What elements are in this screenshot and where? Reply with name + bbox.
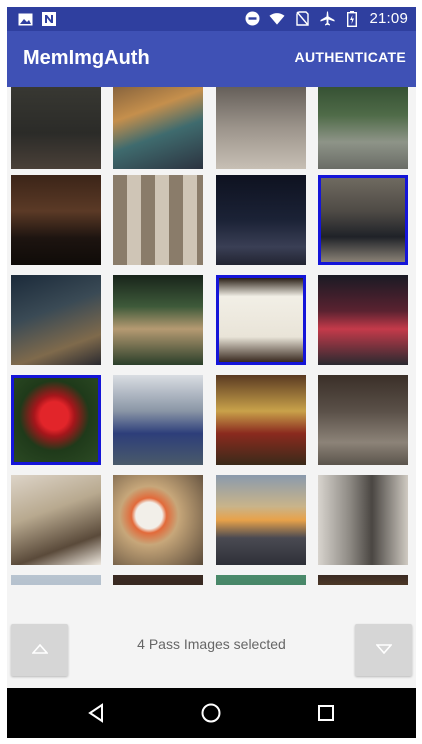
photo-exhibition-hall[interactable] [318,375,408,465]
app-bar: MemImgAuth AUTHENTICATE [7,31,416,87]
thumbnail-image [318,575,408,585]
thumbnail-image [11,87,101,169]
thumbnail-image [14,378,98,462]
photo-red-rose[interactable] [11,375,101,465]
thumbnail-image [113,375,203,465]
phone-screen: 21:09 MemImgAuth AUTHENTICATE 4 Pass Ima… [7,7,416,738]
photo-street-sacks[interactable] [216,87,306,169]
n-notification-icon [41,11,57,27]
selection-footer: 4 Pass Images selected [7,585,416,688]
thumbnail-image [113,275,203,365]
thumbnail-image [219,278,303,362]
scroll-up-button[interactable] [11,624,68,676]
triangle-down-icon [374,641,393,659]
photo-partial-lights[interactable] [318,575,408,585]
thumbnail-image [11,475,101,565]
photo-restaurant[interactable] [11,475,101,565]
thumbnail-image [216,175,306,265]
no-sim-icon [294,11,310,27]
thumbnail-image [216,575,306,585]
thumbnail-image [216,375,306,465]
thumbnail-image [113,575,203,585]
thumbnail-image [11,575,101,585]
app-title: MemImgAuth [23,47,150,69]
photo-crowd-blue[interactable] [113,375,203,465]
wifi-icon [269,11,285,27]
image-icon [17,11,33,27]
thumbnail-image [318,275,408,365]
photo-pagoda-tree[interactable] [113,275,203,365]
photo-lucky-figurine[interactable] [216,375,306,465]
photo-neon-street[interactable] [318,275,408,365]
photo-partial-shop[interactable] [216,575,306,585]
thumbnail-image [11,275,101,365]
airplane-icon [319,11,335,27]
thumbnail-image [11,175,101,265]
photo-night-city[interactable] [216,175,306,265]
system-nav-bar [7,688,416,738]
photo-food-bowl[interactable] [113,475,203,565]
photo-partial-dark[interactable] [113,575,203,585]
battery-icon [344,10,360,27]
photo-apartment-room[interactable] [318,475,408,565]
photo-market-stall[interactable] [113,87,203,169]
thumbnail-image [113,175,203,265]
thumbnail-image [318,475,408,565]
scroll-down-button[interactable] [355,624,412,676]
photo-sunset-city[interactable] [216,475,306,565]
thumbnail-image [113,475,203,565]
photo-red-bicycle[interactable] [11,87,101,169]
selection-count-text: 4 Pass Images selected [137,636,286,652]
thumbnail-image [113,87,203,169]
triangle-up-icon [30,641,49,659]
thumbnail-image [318,375,408,465]
home-icon[interactable] [198,700,224,726]
photo-sake-sign[interactable] [216,275,306,365]
back-icon[interactable] [83,700,109,726]
thumbnail-image [321,178,405,262]
recents-icon[interactable] [313,700,339,726]
photo-tree-lined-road[interactable] [318,87,408,169]
authenticate-button[interactable]: AUTHENTICATE [295,49,406,65]
image-grid[interactable] [7,87,416,585]
thumbnail-image [318,87,408,169]
photo-bookshelves[interactable] [113,175,203,265]
do-not-disturb-icon [244,11,260,27]
photo-partial-sky[interactable] [11,575,101,585]
thumbnail-image [216,87,306,169]
clock-time: 21:09 [369,10,408,27]
photo-office-desk[interactable] [11,275,101,365]
photo-concert-hall[interactable] [11,175,101,265]
status-bar: 21:09 [7,7,416,31]
photo-people-backpacks[interactable] [318,175,408,265]
thumbnail-image [216,475,306,565]
